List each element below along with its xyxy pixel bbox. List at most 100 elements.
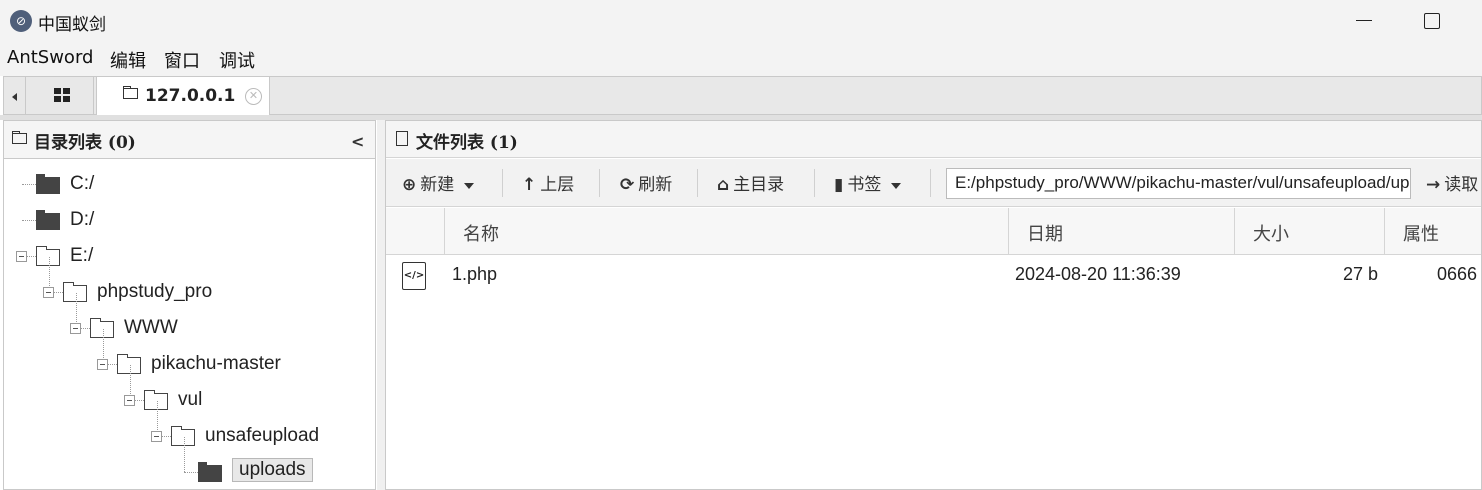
toolbar-divider: [930, 169, 931, 197]
tree-node-label: vul: [178, 389, 203, 410]
home-icon: ⌂: [717, 175, 730, 195]
file-list-title: 文件列表 (1): [416, 133, 518, 153]
tree-node-label: phpstudy_pro: [97, 281, 213, 302]
folder-icon: [36, 174, 60, 194]
read-button-label: 读取: [1444, 175, 1479, 195]
window-title: 中国蚁剑: [38, 15, 106, 35]
menu-bar: AntSword 编辑 窗口 调试: [0, 42, 1482, 76]
collapse-toggle-icon[interactable]: [70, 323, 81, 334]
tree-node-label: pikachu-master: [151, 353, 281, 374]
tree-node-label: unsafeupload: [205, 425, 320, 446]
tab-home[interactable]: [28, 77, 94, 114]
folder-open-icon: [62, 282, 87, 302]
column-attr[interactable]: 属性: [1384, 208, 1482, 255]
home-button[interactable]: ⌂ 主目录: [717, 170, 784, 196]
refresh-button-label: 刷新: [638, 175, 673, 195]
toolbar-divider: [502, 169, 503, 197]
tree-node-label: D:/: [70, 209, 95, 230]
table-row[interactable]: </> 1.php 2024-08-20 11:36:39 27 b 0666: [386, 255, 1481, 297]
folder-icon: [198, 462, 222, 482]
tree-node[interactable]: WWW: [4, 293, 375, 343]
tab-connection-label: 127.0.0.1: [145, 86, 236, 106]
tree-node[interactable]: D:/: [4, 205, 375, 235]
tab-close-icon[interactable]: ✕: [245, 88, 262, 105]
bookmark-icon: ▮: [834, 175, 844, 195]
tab-connection[interactable]: 127.0.0.1 ✕: [96, 77, 270, 115]
folder-icon: [36, 210, 60, 230]
bookmark-button[interactable]: ▮ 书签: [834, 170, 902, 196]
column-name[interactable]: 名称: [444, 208, 1008, 255]
collapse-toggle-icon[interactable]: [151, 431, 162, 442]
chevron-down-icon: [891, 182, 902, 189]
toolbar-divider: [814, 169, 815, 197]
folder-icon: [122, 86, 138, 99]
file-attr: 0666: [1437, 264, 1478, 284]
refresh-button[interactable]: ⟳ 刷新: [620, 170, 672, 196]
php-file-icon: </>: [402, 262, 426, 290]
tree-node[interactable]: unsafeupload: [4, 401, 375, 451]
tree-node[interactable]: uploads: [4, 437, 375, 487]
collapse-toggle-icon[interactable]: [124, 395, 135, 406]
refresh-icon: ⟳: [620, 175, 635, 195]
collapse-toggle-icon[interactable]: [97, 359, 108, 370]
home-button-label: 主目录: [733, 175, 785, 195]
tree-node-label: WWW: [124, 317, 178, 338]
menu-antsword[interactable]: AntSword: [7, 47, 93, 68]
file-size: 27 b: [1342, 264, 1378, 284]
path-input[interactable]: E:/phpstudy_pro/WWW/pikachu-master/vul/u…: [946, 168, 1411, 199]
tree-node[interactable]: vul: [4, 365, 375, 415]
tab-scroll-left-icon[interactable]: [4, 77, 26, 114]
collapse-panel-icon[interactable]: <: [351, 132, 364, 151]
bookmark-button-label: 书签: [847, 175, 882, 195]
menu-edit[interactable]: 编辑: [110, 47, 146, 73]
folder-open-icon: [143, 390, 168, 410]
column-date[interactable]: 日期: [1008, 208, 1234, 255]
folder-open-icon: [170, 426, 195, 446]
new-button-label: 新建: [420, 175, 455, 195]
directory-panel-title: 目录列表 (0): [34, 133, 136, 153]
toolbar-divider: [599, 169, 600, 197]
grid-icon: [54, 88, 70, 102]
tree-connector: [184, 437, 185, 472]
file-list-header: 文件列表 (1): [386, 121, 1481, 158]
tree-node-label: uploads: [232, 458, 313, 482]
chevron-down-icon: [464, 182, 475, 189]
plus-circle-icon: ⊕: [402, 175, 417, 195]
file-list-panel: 文件列表 (1) ⊕ 新建 ↑ 上层 ⟳ 刷新 ⌂ 主目录 ▮ 书签 E:/phpstud…: [385, 120, 1482, 490]
tree-node-label: C:/: [70, 173, 95, 194]
antsword-logo-icon: ⊘: [10, 10, 32, 32]
new-button[interactable]: ⊕ 新建: [402, 170, 475, 196]
panel-splitter[interactable]: [377, 120, 385, 490]
tree-node[interactable]: pikachu-master: [4, 329, 375, 379]
up-button-label: 上层: [540, 175, 575, 195]
collapse-toggle-icon[interactable]: [43, 287, 54, 298]
file-date: 2024-08-20 11:36:39: [1015, 264, 1181, 284]
folder-open-icon: [89, 318, 114, 338]
arrow-up-icon: ↑: [522, 175, 537, 195]
collapse-toggle-icon[interactable]: [16, 251, 27, 262]
file-name: 1.php: [452, 264, 498, 284]
folder-open-icon: [116, 354, 141, 374]
directory-panel-header: 目录列表 (0) <: [4, 121, 375, 159]
read-button[interactable]: → 读取: [1426, 170, 1478, 196]
menu-debug[interactable]: 调试: [219, 47, 255, 73]
directory-panel: 目录列表 (0) < C:/ D:/ E:/phpstudy_pro WWW pikac…: [3, 120, 376, 490]
file-toolbar: ⊕ 新建 ↑ 上层 ⟳ 刷新 ⌂ 主目录 ▮ 书签 E:/phpstudy_pro/WWW…: [386, 159, 1481, 207]
minimize-icon[interactable]: [1350, 4, 1380, 34]
tree-node[interactable]: phpstudy_pro: [4, 257, 375, 307]
tab-bar: 127.0.0.1 ✕: [3, 76, 1482, 115]
title-bar: ⊘ 中国蚁剑: [0, 0, 1482, 42]
maximize-icon[interactable]: [1418, 4, 1448, 34]
menu-window[interactable]: 窗口: [164, 47, 200, 73]
tree-node[interactable]: E:/: [4, 241, 375, 271]
toolbar-divider: [697, 169, 698, 197]
tree-node[interactable]: C:/: [4, 169, 375, 199]
file-table-header: 名称 日期 大小 属性: [386, 208, 1481, 255]
folder-open-icon: [35, 246, 60, 266]
up-button[interactable]: ↑ 上层: [522, 170, 574, 196]
column-size[interactable]: 大小: [1234, 208, 1384, 255]
arrow-right-icon: →: [1426, 175, 1441, 195]
directory-tree: C:/ D:/ E:/phpstudy_pro WWW pikachu-master vu…: [4, 161, 375, 490]
file-icon: [396, 131, 408, 146]
tree-node-label: E:/: [70, 245, 94, 266]
